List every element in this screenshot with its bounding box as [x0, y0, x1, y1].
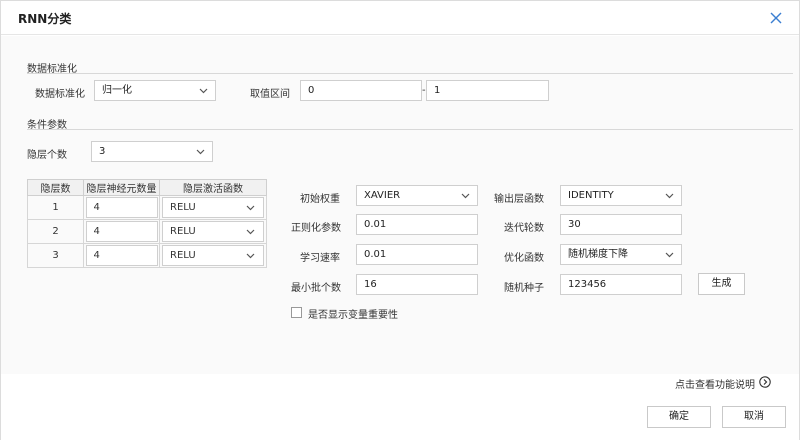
- activation-value: RELU: [170, 250, 196, 261]
- neuron-cell: 4: [83, 243, 160, 268]
- learning-rate-value: 0.01: [364, 249, 387, 260]
- chevron-down-icon: [246, 229, 255, 235]
- chevron-down-icon: [199, 88, 208, 94]
- optimizer-value: 随机梯度下降: [568, 249, 628, 260]
- seed-label: 随机种子: [504, 283, 544, 294]
- activation-cell: RELU: [159, 219, 267, 244]
- chevron-down-icon: [665, 193, 674, 199]
- layer-index: 1: [27, 195, 84, 220]
- neuron-cell: 4: [83, 195, 160, 220]
- neuron-count-input[interactable]: 4: [85, 221, 158, 242]
- iterations-label: 迭代轮数: [504, 223, 544, 234]
- iterations-input[interactable]: 30: [560, 214, 682, 235]
- range-max-value: 1: [434, 85, 441, 96]
- init-weight-value: XAVIER: [364, 190, 401, 201]
- activation-cell: RELU: [159, 195, 267, 220]
- table-header-neurons: 隐层神经元数量: [83, 179, 160, 196]
- learning-rate-label: 学习速率: [300, 253, 340, 264]
- hidden-layer-table: 隐层数 隐层神经元数量 隐层激活函数 1 4 RELU 2 4 RELU 3 4…: [27, 179, 267, 268]
- activation-select[interactable]: RELU: [162, 221, 264, 242]
- range-max-input[interactable]: 1: [426, 80, 549, 101]
- iterations-value: 30: [568, 219, 581, 230]
- neuron-cell: 4: [83, 219, 160, 244]
- help-link[interactable]: 点击查看功能说明: [675, 376, 755, 391]
- activation-select[interactable]: RELU: [162, 245, 264, 266]
- ok-button[interactable]: 确定: [647, 406, 711, 428]
- section-divider: [27, 73, 793, 74]
- close-icon[interactable]: [767, 9, 785, 27]
- range-min-value: 0: [308, 85, 315, 96]
- importance-label: 是否显示变量重要性: [308, 310, 398, 321]
- section-divider: [27, 129, 793, 130]
- title-bar: RNN分类: [1, 1, 799, 35]
- seed-input[interactable]: 123456: [560, 274, 682, 295]
- table-header-activation: 隐层激活函数: [159, 179, 267, 196]
- generate-seed-button[interactable]: 生成: [698, 273, 745, 295]
- batch-input[interactable]: 16: [356, 274, 478, 295]
- rnn-dialog: RNN分类 数据标准化 数据标准化 归一化 取值区间 0 - 1 条件参数 隐层…: [0, 0, 800, 440]
- neuron-count-value: 4: [93, 250, 100, 261]
- optimizer-label: 优化函数: [504, 253, 544, 264]
- table-header-layer: 隐层数: [27, 179, 84, 196]
- regularization-input[interactable]: 0.01: [356, 214, 478, 235]
- chevron-down-icon: [246, 205, 255, 211]
- activation-value: RELU: [170, 202, 196, 213]
- normalization-method-label: 数据标准化: [35, 89, 85, 100]
- optimizer-select[interactable]: 随机梯度下降: [560, 244, 682, 265]
- neuron-count-input[interactable]: 4: [85, 197, 158, 218]
- hidden-layers-value: 3: [99, 146, 106, 157]
- table-row: 2 4 RELU: [27, 219, 267, 244]
- chevron-down-icon: [196, 149, 205, 155]
- normalization-method-select[interactable]: 归一化: [94, 80, 216, 101]
- activation-cell: RELU: [159, 243, 267, 268]
- table-row: 1 4 RELU: [27, 195, 267, 220]
- layer-index: 2: [27, 219, 84, 244]
- chevron-down-icon: [246, 253, 255, 259]
- importance-checkbox[interactable]: [291, 307, 302, 318]
- seed-value: 123456: [568, 279, 607, 290]
- init-weight-label: 初始权重: [300, 194, 340, 205]
- hidden-layers-select[interactable]: 3: [91, 141, 213, 162]
- cancel-button[interactable]: 取消: [722, 406, 786, 428]
- table-header-row: 隐层数 隐层神经元数量 隐层激活函数: [27, 179, 267, 196]
- output-func-value: IDENTITY: [568, 190, 614, 201]
- neuron-count-input[interactable]: 4: [85, 245, 158, 266]
- chevron-down-icon: [461, 193, 470, 199]
- chevron-down-icon: [665, 252, 674, 258]
- output-func-label: 输出层函数: [494, 194, 544, 205]
- hidden-layers-label: 隐层个数: [27, 150, 67, 161]
- activation-select[interactable]: RELU: [162, 197, 264, 218]
- table-row: 3 4 RELU: [27, 243, 267, 268]
- neuron-count-value: 4: [93, 202, 100, 213]
- neuron-count-value: 4: [93, 226, 100, 237]
- dialog-title: RNN分类: [18, 12, 72, 26]
- range-min-input[interactable]: 0: [300, 80, 422, 101]
- batch-value: 16: [364, 279, 377, 290]
- normalization-method-value: 归一化: [102, 85, 132, 96]
- learning-rate-input[interactable]: 0.01: [356, 244, 478, 265]
- range-label: 取值区间: [250, 89, 290, 100]
- output-func-select[interactable]: IDENTITY: [560, 185, 682, 206]
- activation-value: RELU: [170, 226, 196, 237]
- regularization-value: 0.01: [364, 219, 387, 230]
- init-weight-select[interactable]: XAVIER: [356, 185, 478, 206]
- layer-index: 3: [27, 243, 84, 268]
- batch-label: 最小批个数: [291, 283, 341, 294]
- chevron-right-circle-icon[interactable]: [759, 376, 771, 388]
- regularization-label: 正则化参数: [291, 223, 341, 234]
